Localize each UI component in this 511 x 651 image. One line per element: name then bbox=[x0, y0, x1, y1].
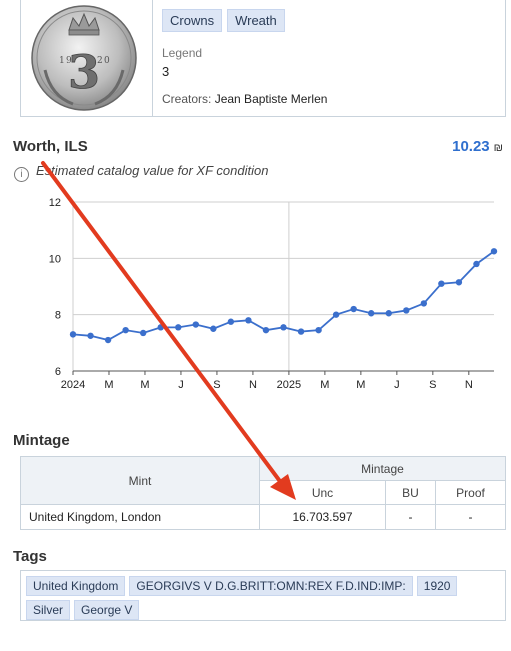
x-tick-label: M bbox=[356, 379, 365, 391]
data-point bbox=[368, 310, 375, 317]
tag-item[interactable]: 1920 bbox=[416, 576, 458, 596]
creators-label: Creators: bbox=[162, 92, 212, 106]
data-point bbox=[473, 260, 480, 268]
mint-header: Mint bbox=[20, 456, 260, 505]
y-tick-label: 12 bbox=[49, 197, 61, 209]
tag-item[interactable]: GEORGIVS V D.G.BRITT:OMN:REX F.D.IND:IMP… bbox=[129, 576, 413, 596]
data-point bbox=[385, 310, 392, 317]
y-tick-label: 10 bbox=[49, 253, 61, 265]
data-point bbox=[455, 279, 463, 286]
info-row: i Estimated catalog value for XF conditio… bbox=[14, 163, 268, 182]
worth-title: Worth, ILS bbox=[13, 138, 88, 155]
mintage-title: Mintage bbox=[13, 432, 70, 449]
data-point bbox=[227, 318, 235, 325]
svg-text:1: 1 bbox=[59, 56, 65, 66]
x-tick-label: N bbox=[465, 379, 473, 391]
coin-info: Crowns Wreath Legend 3 Creators: Jean Bap… bbox=[162, 0, 505, 116]
tags-title: Tags bbox=[13, 548, 47, 565]
info-icon[interactable]: i bbox=[14, 167, 29, 182]
data-point bbox=[350, 305, 357, 313]
x-tick-label: 2024 bbox=[61, 379, 85, 391]
data-point bbox=[210, 325, 217, 332]
tags-box: United Kingdom GEORGIVS V D.G.BRITT:OMN:R… bbox=[20, 570, 506, 621]
x-tick-label: S bbox=[429, 379, 436, 391]
data-point bbox=[403, 307, 410, 314]
x-tick-label: M bbox=[140, 379, 149, 391]
proof-header: Proof bbox=[435, 480, 506, 505]
x-tick-label: S bbox=[213, 379, 220, 391]
mintage-header: Mintage bbox=[259, 456, 506, 481]
y-tick-label: 8 bbox=[55, 310, 61, 322]
worth-chart[interactable]: 6 8 10 12 2024 M M J S N 2025 M M J S N bbox=[40, 190, 506, 400]
proof-cell: - bbox=[435, 504, 506, 530]
coin-card: 3 1 9 2 0 Crowns Wreath Legend 3 Creators… bbox=[20, 0, 506, 117]
data-point bbox=[280, 324, 287, 331]
legend-label: Legend bbox=[162, 46, 203, 60]
chip-crowns[interactable]: Crowns bbox=[162, 9, 223, 32]
x-tick-label: 2025 bbox=[277, 379, 301, 391]
data-point bbox=[192, 321, 199, 328]
category-chips: Crowns Wreath bbox=[162, 9, 290, 32]
bu-header: BU bbox=[385, 480, 436, 505]
info-text: Estimated catalog value for XF condition bbox=[36, 163, 269, 178]
data-point bbox=[490, 248, 498, 255]
x-tick-label: N bbox=[249, 379, 257, 391]
svg-text:9: 9 bbox=[66, 56, 72, 66]
chip-wreath[interactable]: Wreath bbox=[227, 9, 285, 32]
x-tick-label: M bbox=[104, 379, 113, 391]
data-point bbox=[438, 280, 445, 287]
data-point bbox=[420, 300, 428, 307]
data-point bbox=[122, 326, 129, 334]
coin-picture: 3 1 9 2 0 bbox=[31, 5, 137, 111]
x-tick-label: J bbox=[178, 379, 184, 391]
bu-cell: - bbox=[385, 504, 436, 530]
tag-item[interactable]: Silver bbox=[26, 600, 71, 620]
data-point bbox=[157, 324, 164, 331]
x-tick-label: M bbox=[320, 379, 329, 391]
worth-value: 10.23 ₪ bbox=[452, 138, 503, 155]
mintage-table: Mint Mintage Unc BU Proof United Kingdom… bbox=[20, 456, 506, 530]
data-point bbox=[315, 326, 322, 334]
data-point bbox=[87, 332, 94, 339]
data-point bbox=[297, 328, 305, 335]
data-point bbox=[104, 336, 112, 344]
mint-cell: United Kingdom, London bbox=[20, 504, 260, 530]
creators-value: Jean Baptiste Merlen bbox=[214, 92, 328, 106]
creators: Creators: Jean Baptiste Merlen bbox=[162, 92, 327, 106]
legend-value: 3 bbox=[162, 64, 170, 79]
data-point bbox=[332, 311, 340, 318]
worth-amount: 10.23 bbox=[452, 138, 490, 155]
y-tick-label: 6 bbox=[55, 366, 61, 378]
data-point bbox=[69, 331, 77, 338]
svg-text:0: 0 bbox=[104, 56, 110, 66]
table-row: United Kingdom, London 16.703.597 - - bbox=[20, 504, 506, 530]
tag-item[interactable]: George V bbox=[74, 600, 140, 620]
data-point bbox=[139, 329, 147, 337]
svg-text:2: 2 bbox=[97, 56, 103, 66]
currency-symbol: ₪ bbox=[493, 142, 503, 154]
svg-text:3: 3 bbox=[68, 45, 100, 99]
data-point bbox=[245, 317, 252, 324]
unc-header: Unc bbox=[259, 480, 386, 505]
unc-cell: 16.703.597 bbox=[259, 504, 386, 530]
data-point bbox=[262, 326, 270, 334]
tag-item[interactable]: United Kingdom bbox=[26, 576, 126, 596]
data-point bbox=[175, 324, 182, 331]
coin-image[interactable]: 3 1 9 2 0 bbox=[21, 0, 153, 116]
x-tick-label: J bbox=[394, 379, 400, 391]
